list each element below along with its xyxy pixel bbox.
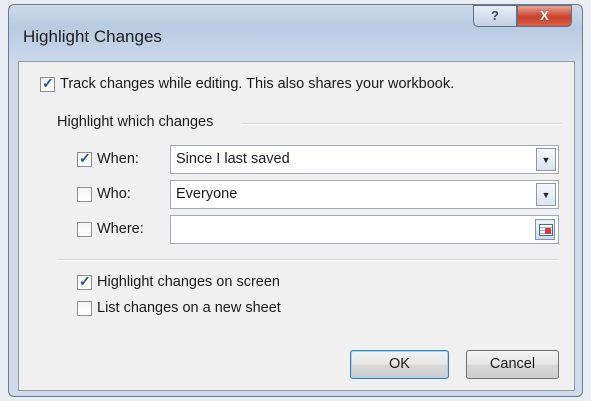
track-changes-checkbox[interactable]: ✓ <box>40 75 55 92</box>
ok-button[interactable]: OK <box>350 350 449 379</box>
dialog-title: Highlight Changes <box>23 27 162 46</box>
track-changes-label: Track changes while editing. This also s… <box>60 76 455 92</box>
group-divider <box>241 123 561 125</box>
when-checkbox[interactable]: ✓ <box>77 150 92 167</box>
close-button[interactable]: X <box>517 5 572 27</box>
dialog-body: ✓ Track changes while editing. This also… <box>18 61 575 391</box>
who-label: Who: <box>97 186 131 202</box>
chevron-down-icon[interactable]: ▼ <box>536 183 556 206</box>
cancel-button[interactable]: Cancel <box>466 350 559 379</box>
checkmark-icon: ✓ <box>42 75 54 91</box>
list-on-new-sheet-label: List changes on a new sheet <box>97 300 281 316</box>
dialog-window: Highlight Changes ? X ✓ Track changes wh… <box>8 4 583 397</box>
chevron-down-icon[interactable]: ▼ <box>536 148 556 171</box>
where-label: Where: <box>97 221 144 237</box>
highlight-on-screen-label: Highlight changes on screen <box>97 274 280 290</box>
checkmark-icon: ✓ <box>79 150 91 166</box>
who-value: Everyone <box>176 186 238 202</box>
where-input[interactable] <box>170 215 559 244</box>
title-bar: Highlight Changes ? X <box>9 5 582 61</box>
when-label: When: <box>97 151 139 167</box>
who-dropdown[interactable]: Everyone ▼ <box>170 180 559 209</box>
when-dropdown[interactable]: Since I last saved ▼ <box>170 145 559 174</box>
group-bottom-divider <box>57 259 559 261</box>
when-value: Since I last saved <box>176 151 290 167</box>
list-on-new-sheet-checkbox[interactable] <box>77 301 92 316</box>
who-checkbox[interactable] <box>77 187 92 202</box>
range-select-icon[interactable] <box>535 219 555 240</box>
help-button[interactable]: ? <box>473 5 517 27</box>
where-checkbox[interactable] <box>77 222 92 237</box>
highlight-on-screen-checkbox[interactable]: ✓ <box>77 273 92 290</box>
checkmark-icon: ✓ <box>79 273 91 289</box>
group-title: Highlight which changes <box>57 114 214 130</box>
